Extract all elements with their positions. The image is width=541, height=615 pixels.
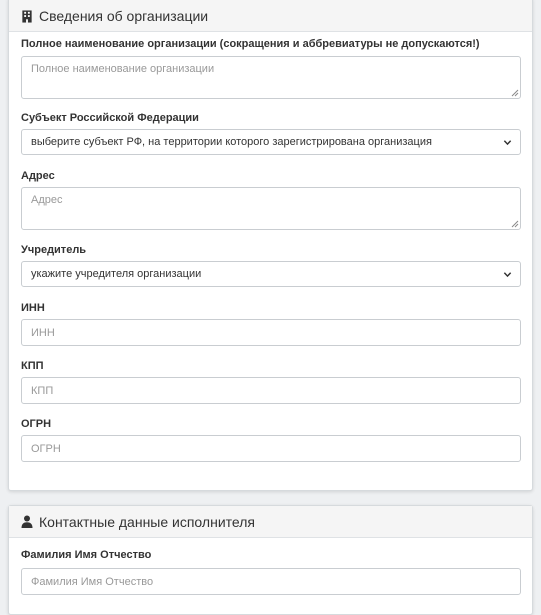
founder-label: Учредитель — [21, 244, 87, 256]
fio-label: Фамилия Имя Отчество — [21, 549, 152, 561]
full-name-label: Полное наименование организации (сокраще… — [21, 38, 480, 50]
kpp-input[interactable] — [21, 377, 521, 404]
resize-grip-icon[interactable] — [511, 220, 519, 228]
region-select-value: выберите субъект РФ, на территории котор… — [31, 136, 432, 148]
inn-label: ИНН — [21, 302, 45, 314]
ogrn-input[interactable] — [21, 435, 521, 462]
ogrn-label: ОГРН — [21, 418, 52, 430]
inn-input[interactable] — [21, 319, 521, 346]
organization-panel: Сведения об организации Полное наименова… — [8, 0, 533, 491]
chevron-down-icon — [503, 139, 512, 145]
chevron-down-icon — [503, 271, 512, 277]
full-name-textarea[interactable] — [21, 56, 521, 99]
founder-select-value: укажите учредителя организации — [31, 268, 202, 280]
address-label: Адрес — [21, 170, 55, 182]
founder-select[interactable]: укажите учредителя организации — [21, 261, 521, 287]
contact-panel: Контактные данные исполнителя Фамилия Им… — [8, 505, 533, 615]
user-icon — [21, 515, 33, 528]
kpp-label: КПП — [21, 360, 44, 372]
resize-grip-icon[interactable] — [511, 89, 519, 97]
contact-panel-title: Контактные данные исполнителя — [39, 513, 255, 530]
building-icon — [22, 9, 32, 23]
region-label: Субъект Российской Федерации — [21, 112, 199, 124]
organization-panel-title: Сведения об организации — [39, 8, 209, 24]
organization-panel-heading: Сведения об организации — [9, 0, 532, 32]
region-select[interactable]: выберите субъект РФ, на территории котор… — [21, 129, 521, 155]
address-textarea[interactable] — [21, 187, 521, 230]
fio-input[interactable] — [21, 568, 521, 595]
contact-panel-heading: Контактные данные исполнителя — [9, 506, 532, 538]
